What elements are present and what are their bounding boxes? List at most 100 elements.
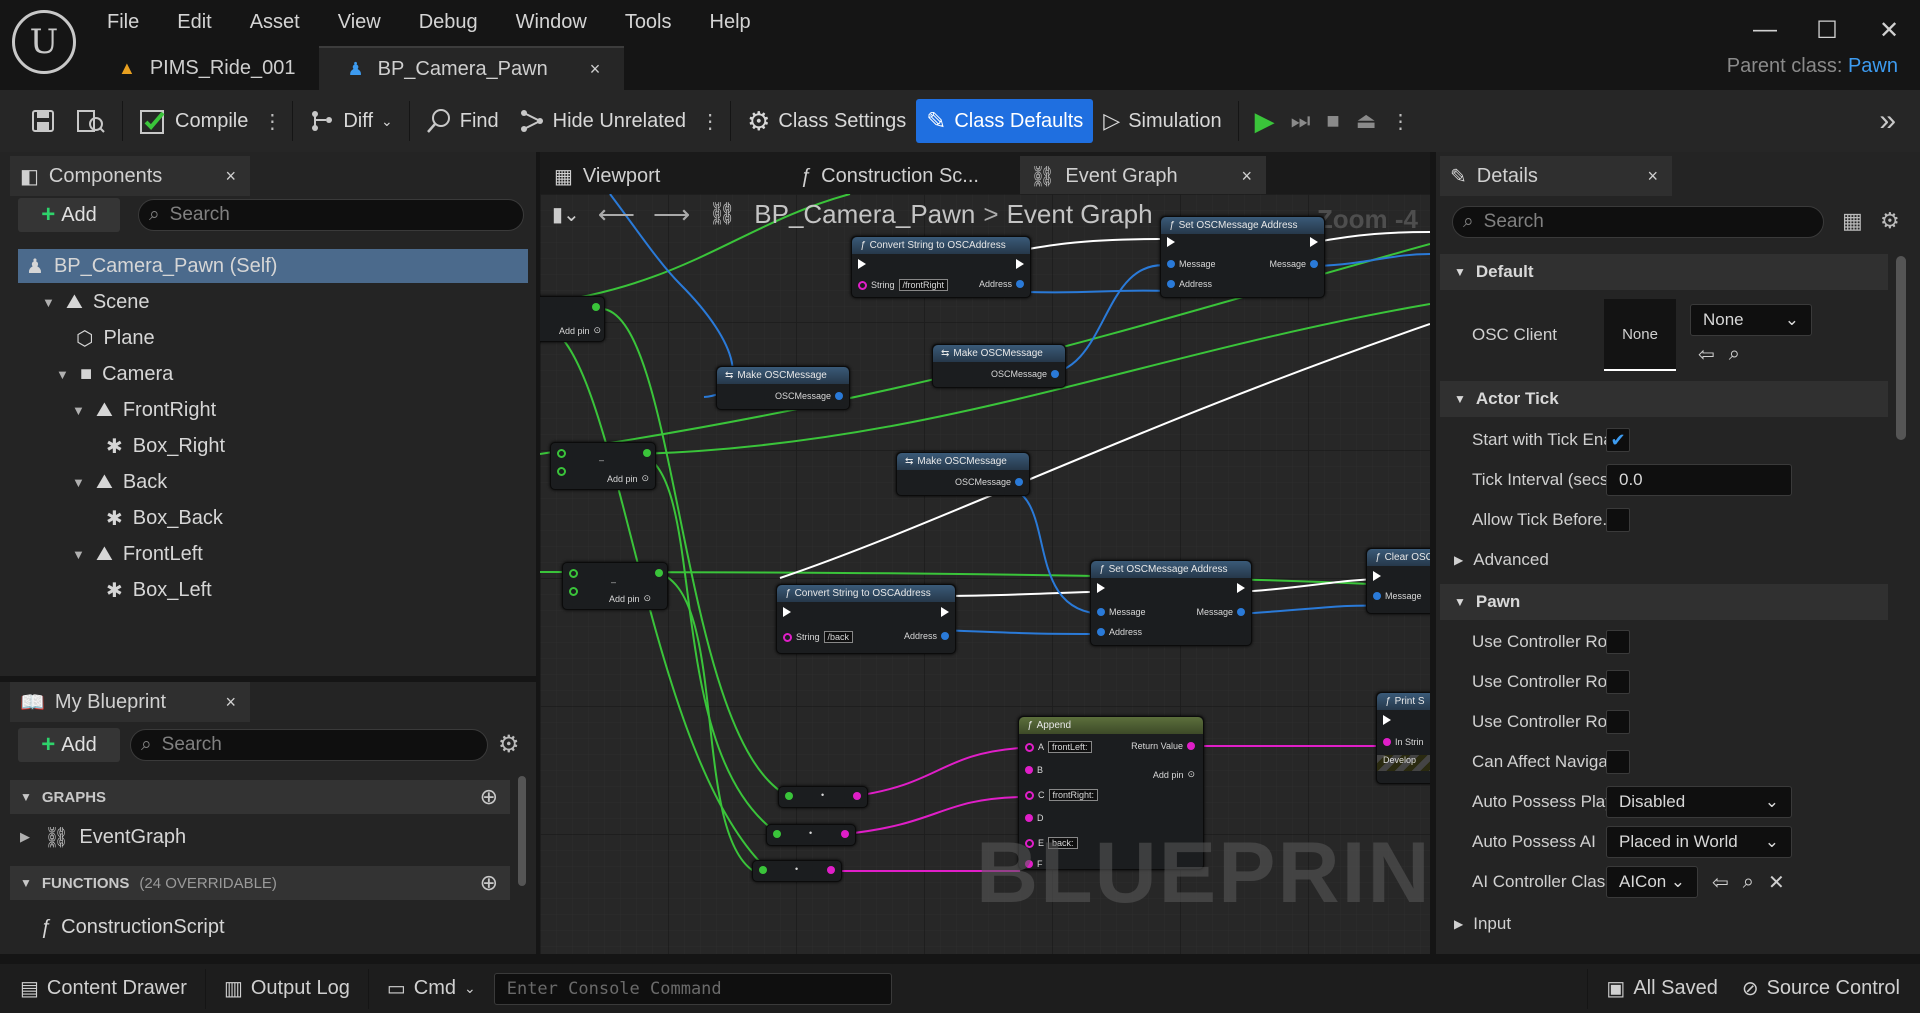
node-convert-string-frontright[interactable]: ƒ Convert String to OSCAddress String/fro… bbox=[851, 236, 1031, 298]
can-affect-navigation-checkbox[interactable] bbox=[1606, 750, 1630, 774]
add-pin-button[interactable]: Add pin ⊙ bbox=[1153, 769, 1195, 780]
message-in-pin[interactable]: Message bbox=[1373, 591, 1422, 601]
node-float-to-string-2[interactable]: • bbox=[766, 824, 856, 846]
tree-item-camera[interactable]: ▼ ■ Camera bbox=[56, 357, 173, 391]
tab-construction-script[interactable]: ƒ Construction Sc... bbox=[790, 156, 1010, 196]
tree-item-frontleft[interactable]: ▼ ⛰ FrontLeft bbox=[72, 537, 203, 571]
node-print-string[interactable]: ƒ Print S In Strin Develop bbox=[1376, 692, 1430, 784]
doc-tab-pims-ride[interactable]: ▲ PIMS_Ride_001 bbox=[90, 46, 319, 90]
address-out-pin[interactable]: Address bbox=[979, 279, 1024, 289]
node-set-osc-message-address[interactable]: ƒ Set OSCMessage Address Message Message … bbox=[1090, 560, 1252, 646]
browse-asset-icon[interactable]: ⌕ bbox=[1743, 871, 1754, 894]
menu-edit[interactable]: Edit bbox=[158, 11, 230, 34]
play-icon[interactable]: ▶ bbox=[1255, 106, 1275, 137]
details-category-input[interactable]: ▶ Input bbox=[1440, 906, 1888, 942]
float-in-pin[interactable] bbox=[759, 866, 767, 874]
breadcrumb-root[interactable]: BP_Camera_Pawn bbox=[754, 199, 975, 230]
settings-gear-icon[interactable]: ⚙ bbox=[498, 730, 520, 759]
tree-item-frontright[interactable]: ▼ ⛰ FrontRight bbox=[72, 393, 216, 427]
diff-button[interactable]: Diff ⌄ bbox=[299, 99, 402, 143]
menu-help[interactable]: Help bbox=[691, 11, 770, 34]
browse-button[interactable] bbox=[66, 99, 116, 143]
tree-item-scene[interactable]: ▼ ⛰ Scene bbox=[42, 285, 150, 319]
tree-item-box-left[interactable]: ✱ Box_Left bbox=[106, 573, 212, 607]
close-tab-icon[interactable]: × bbox=[225, 692, 236, 713]
exec-in-pin[interactable] bbox=[858, 259, 866, 269]
tree-item-plane[interactable]: ⬡ Plane bbox=[76, 321, 155, 355]
forward-arrow-icon[interactable]: ⟶ bbox=[653, 199, 690, 230]
console-command-input[interactable]: Enter Console Command bbox=[493, 972, 892, 1005]
components-search-input[interactable]: ⌕ Search bbox=[138, 199, 524, 231]
address-in-pin[interactable]: Address bbox=[1167, 279, 1212, 289]
close-window-button[interactable]: ✕ bbox=[1858, 0, 1920, 60]
message-out-pin[interactable]: Message bbox=[1269, 259, 1318, 269]
node-make-osc-message-2[interactable]: ⇆ Make OSCMessage OSCMessage bbox=[932, 344, 1066, 388]
triangle-down-icon[interactable]: ▼ bbox=[56, 367, 70, 382]
node-clear-osc[interactable]: ƒ Clear OSC Message bbox=[1366, 548, 1430, 614]
event-graph-canvas[interactable]: ▮⌄ ⟵ ⟶ ⛓ BP_Camera_Pawn > Event Graph Zo… bbox=[540, 194, 1430, 954]
add-pin-button[interactable]: Add pin ⊙ bbox=[607, 473, 649, 484]
triangle-down-icon[interactable]: ▼ bbox=[42, 295, 56, 310]
array-out-pin[interactable] bbox=[643, 449, 651, 457]
class-defaults-button[interactable]: ✎ Class Defaults bbox=[916, 99, 1094, 143]
tree-item-back[interactable]: ▼ ⛰ Back bbox=[72, 465, 167, 499]
details-advanced-expander[interactable]: ▶ Advanced bbox=[1440, 542, 1888, 578]
all-saved-button[interactable]: ▣ All Saved bbox=[1594, 964, 1729, 1013]
float-in-pin[interactable] bbox=[557, 467, 566, 476]
class-settings-button[interactable]: ⚙ Class Settings bbox=[737, 99, 916, 143]
function-item-constructionscript[interactable]: ƒ ConstructionScript bbox=[40, 910, 225, 944]
message-in-pin[interactable]: Message bbox=[1167, 259, 1216, 269]
menu-file[interactable]: File bbox=[88, 11, 158, 34]
float-in-pin[interactable] bbox=[773, 830, 781, 838]
string-literal-input[interactable]: frontRight: bbox=[1048, 789, 1099, 801]
string-out-pin[interactable] bbox=[853, 792, 861, 800]
maximize-button[interactable]: ☐ bbox=[1796, 0, 1858, 60]
osc-message-out-pin[interactable]: OSCMessage bbox=[775, 391, 843, 401]
triangle-down-icon[interactable]: ▼ bbox=[72, 403, 86, 418]
node-float-to-string-3[interactable]: • bbox=[752, 860, 842, 882]
use-controller-rot-checkbox[interactable] bbox=[1606, 630, 1630, 654]
graphs-section-header[interactable]: ▼ GRAPHS ⊕ bbox=[10, 780, 510, 814]
details-category-pawn[interactable]: ▼ Pawn bbox=[1440, 584, 1888, 620]
add-graph-icon[interactable]: ⊕ bbox=[480, 784, 498, 810]
exec-in-pin[interactable] bbox=[783, 607, 791, 617]
compile-button[interactable]: Compile bbox=[129, 99, 258, 143]
use-controller-rot-checkbox[interactable] bbox=[1606, 710, 1630, 734]
node-make-osc-message-1[interactable]: ⇆ Make OSCMessage OSCMessage bbox=[716, 366, 850, 410]
bookmark-icon[interactable]: ▮⌄ bbox=[552, 202, 580, 227]
string-literal-input[interactable]: /back bbox=[823, 631, 854, 643]
float-in-pin[interactable] bbox=[557, 449, 566, 458]
details-scrollbar[interactable] bbox=[1896, 256, 1906, 440]
exec-in-pin[interactable] bbox=[1383, 715, 1391, 725]
node-make-array-1[interactable]: – Add pin⊙ bbox=[540, 296, 605, 342]
node-set-osc-address-top[interactable]: ƒ Set OSCMessage Address Message Message … bbox=[1160, 216, 1325, 298]
node-make-osc-message-3[interactable]: ⇆ Make OSCMessage OSCMessage bbox=[896, 452, 1030, 496]
details-tab[interactable]: ✎ Details × bbox=[1440, 156, 1672, 196]
tab-viewport[interactable]: ▦ Viewport bbox=[544, 156, 764, 196]
message-in-pin[interactable]: Message bbox=[1097, 607, 1146, 617]
ai-controller-class-dropdown[interactable]: AICon ⌄ bbox=[1606, 866, 1698, 898]
details-category-actor-tick[interactable]: ▼ Actor Tick bbox=[1440, 381, 1888, 417]
triangle-down-icon[interactable]: ▼ bbox=[72, 475, 86, 490]
find-button[interactable]: Find bbox=[416, 99, 509, 143]
osc-message-out-pin[interactable]: OSCMessage bbox=[991, 369, 1059, 379]
exec-out-pin[interactable] bbox=[1310, 237, 1318, 247]
save-button[interactable] bbox=[20, 99, 66, 143]
float-in-pin[interactable] bbox=[569, 587, 578, 596]
details-category-default[interactable]: ▼ Default bbox=[1440, 254, 1888, 290]
osc-message-out-pin[interactable]: OSCMessage bbox=[955, 477, 1023, 487]
close-tab-icon[interactable]: × bbox=[225, 166, 236, 187]
minimize-button[interactable]: — bbox=[1734, 0, 1796, 60]
find-options-icon[interactable]: ⋮ bbox=[696, 109, 724, 134]
my-blueprint-tab[interactable]: 📖 My Blueprint × bbox=[10, 682, 250, 722]
in-string-pin[interactable]: In Strin bbox=[1383, 737, 1424, 747]
return-value-pin[interactable]: Return Value bbox=[1131, 741, 1195, 751]
content-drawer-button[interactable]: ▤ Content Drawer bbox=[8, 964, 199, 1013]
tab-event-graph[interactable]: ⛓ Event Graph × bbox=[1020, 156, 1266, 196]
string-out-pin[interactable] bbox=[841, 830, 849, 838]
expand-toolbar-icon[interactable]: » bbox=[1879, 104, 1896, 138]
tree-item-box-back[interactable]: ✱ Box_Back bbox=[106, 501, 223, 535]
string-pin[interactable]: String/frontRight bbox=[858, 279, 949, 291]
table-view-icon[interactable]: ▦ bbox=[1842, 208, 1863, 234]
close-tab-icon[interactable]: × bbox=[1241, 166, 1252, 187]
